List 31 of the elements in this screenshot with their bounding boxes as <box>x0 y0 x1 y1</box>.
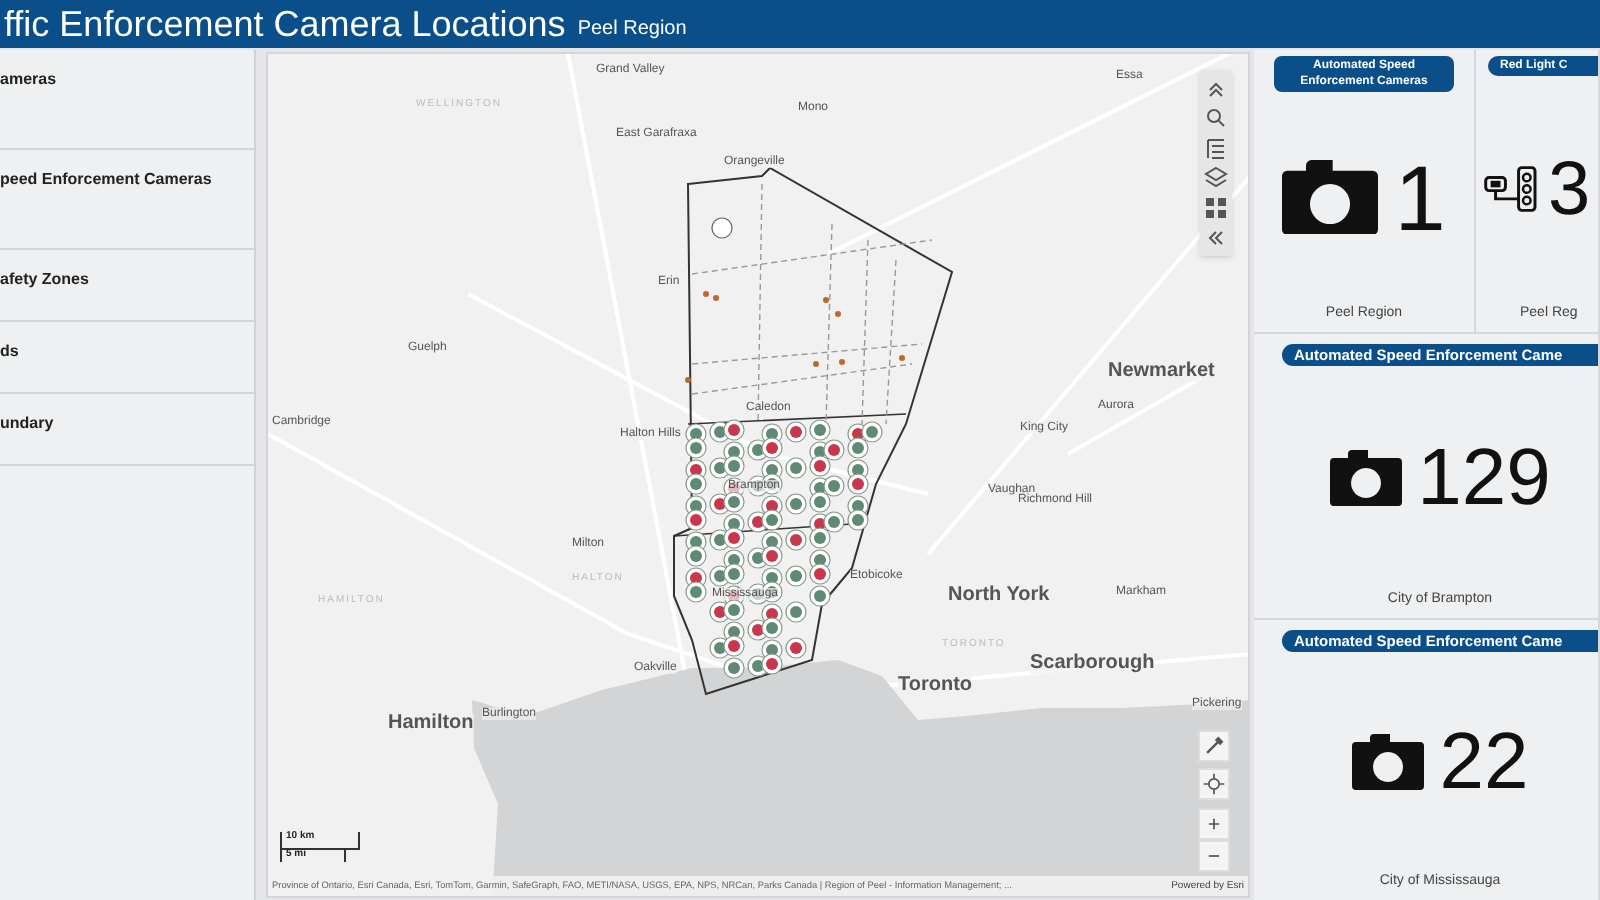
indicator-value: 22 <box>1439 721 1529 802</box>
app-subtitle: Peel Region <box>577 16 687 44</box>
layers-button[interactable] <box>1202 164 1230 192</box>
indicator-value: 3 <box>1548 151 1591 228</box>
map-label: Scarborough <box>1030 654 1155 674</box>
map-label: Hamilton <box>388 714 474 734</box>
search-button[interactable] <box>1202 104 1230 132</box>
locate-button[interactable] <box>1198 768 1230 800</box>
traffic-camera-icon <box>1484 166 1540 213</box>
layer-title[interactable]: ameras <box>0 68 254 92</box>
locate-icon <box>1202 772 1226 796</box>
indicator-value: 129 <box>1417 437 1551 518</box>
zoom-in-button[interactable] <box>1198 808 1230 840</box>
layer-title[interactable]: undary <box>0 412 254 436</box>
search-icon <box>1202 104 1230 132</box>
camera-icon <box>1329 449 1402 506</box>
layers-icon <box>1202 164 1230 192</box>
layer-title[interactable]: peed Enforcement Cameras <box>0 168 254 192</box>
camera-icon <box>1282 160 1379 235</box>
map-label: Toronto <box>898 676 973 696</box>
list-icon <box>1202 134 1230 162</box>
map-label: North York <box>948 586 1050 606</box>
app-title: ffic Enforcement Camera Locations <box>4 4 566 44</box>
grid-button[interactable] <box>1202 194 1230 222</box>
list-button[interactable] <box>1202 134 1230 162</box>
camera-icon <box>1351 733 1424 790</box>
grid-icon <box>1202 194 1230 222</box>
indicator-value: 1 <box>1394 151 1446 244</box>
layer-title[interactable]: afety Zones <box>0 268 254 292</box>
layer-title[interactable]: ds <box>0 340 254 364</box>
map-label: Newmarket <box>1108 362 1215 382</box>
